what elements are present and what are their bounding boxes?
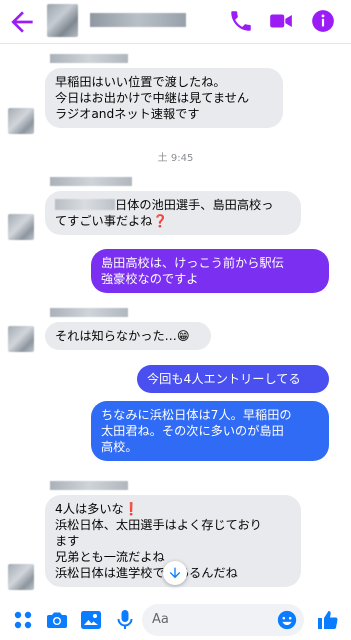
apps-icon[interactable] xyxy=(11,608,35,632)
sender-avatar[interactable] xyxy=(8,108,34,134)
sender-name xyxy=(50,481,128,490)
message-input[interactable]: Aa xyxy=(142,604,304,636)
message-bubble-incoming[interactable]: それは知らなかった…😁 xyxy=(45,322,211,350)
sender-name xyxy=(50,177,132,186)
message-bubble-incoming[interactable]: 早稲田はいい位置で渡したね。 今日はお出かけで中継は見てません ラジオandネッ… xyxy=(45,68,283,128)
camera-icon[interactable] xyxy=(45,608,69,632)
phone-icon[interactable] xyxy=(228,8,254,34)
microphone-icon[interactable] xyxy=(113,608,137,632)
back-arrow-icon[interactable] xyxy=(6,6,38,38)
message-bubble-outgoing[interactable]: 今回も4人エントリーしてる xyxy=(137,365,329,393)
scroll-to-bottom-button[interactable] xyxy=(163,561,187,585)
info-icon[interactable] xyxy=(310,8,336,34)
message-input-placeholder: Aa xyxy=(152,612,169,627)
redacted-text xyxy=(55,199,115,210)
like-icon[interactable] xyxy=(316,608,340,632)
sender-avatar[interactable] xyxy=(8,214,34,240)
sender-avatar[interactable] xyxy=(8,564,34,590)
timestamp-separator: 土 9:45 xyxy=(157,153,194,164)
sender-name xyxy=(50,308,128,317)
sender-avatar[interactable] xyxy=(8,326,34,352)
contact-avatar[interactable] xyxy=(47,4,78,37)
message-bubble-outgoing[interactable]: ちなみに浜松日体は7人。早稲田の 太田君ね。その次に多いのが島田 高校。 xyxy=(91,401,329,461)
message-bubble-incoming[interactable]: 日体の池田選手、島田高校っ てすごい事だよね❓ xyxy=(45,191,301,235)
contact-name[interactable] xyxy=(90,13,186,27)
message-bubble-outgoing[interactable]: 島田高校は、けっこう前から駅伝 強豪校なのですよ xyxy=(91,249,329,293)
chat-header xyxy=(0,0,351,44)
message-composer: Aa xyxy=(0,600,351,640)
emoji-icon[interactable] xyxy=(276,609,298,631)
image-icon[interactable] xyxy=(79,608,103,632)
video-camera-icon[interactable] xyxy=(268,8,294,34)
sender-name xyxy=(50,54,128,63)
arrow-down-icon xyxy=(169,567,181,579)
